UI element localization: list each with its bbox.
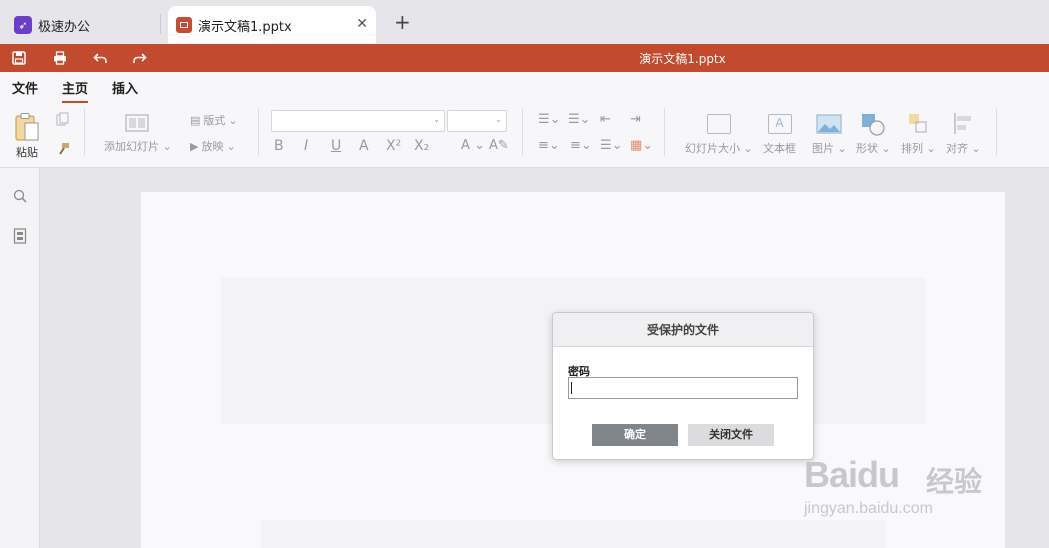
- font-family-select[interactable]: ⌄: [271, 110, 445, 132]
- separator: [996, 108, 997, 156]
- picture-icon: [816, 114, 842, 134]
- add-slide-label: 添加幻灯片: [104, 140, 159, 153]
- title-bar: 演示文稿1.pptx: [0, 44, 1049, 72]
- align-icon: [954, 113, 972, 134]
- menu-bar: 文件 主页 插入: [12, 78, 138, 103]
- font-size-select[interactable]: ⌄: [447, 110, 507, 132]
- superscript-icon[interactable]: X²: [386, 138, 401, 154]
- slide-size-icon: [706, 114, 731, 134]
- play-icon: ▶: [190, 139, 199, 153]
- watermark-url: jingyan.baidu.com: [804, 500, 933, 517]
- separator: [84, 108, 85, 156]
- slide-size-button[interactable]: 幻灯片大小 ⌄: [685, 114, 753, 156]
- textbox-label: 文本框: [763, 142, 796, 155]
- subscript-icon[interactable]: X₂: [414, 138, 429, 154]
- separator: [258, 108, 259, 156]
- numbered-list-icon[interactable]: ☰⌄: [568, 112, 591, 127]
- tab-bar: ➶ 极速办公 演示文稿1.pptx ✕ +: [0, 0, 1049, 44]
- align-label: 对齐: [946, 142, 968, 155]
- search-icon[interactable]: [12, 188, 28, 204]
- underline-icon[interactable]: U: [331, 138, 341, 154]
- paste-icon: [15, 113, 39, 141]
- bullet-list-icon[interactable]: ☰⌄: [538, 112, 561, 127]
- slides-panel-icon[interactable]: [12, 228, 28, 244]
- document-title: 演示文稿1.pptx: [639, 52, 726, 66]
- line-spacing-icon[interactable]: ☰⌄: [600, 138, 623, 153]
- align-left-icon[interactable]: ≡⌄: [538, 138, 560, 153]
- menu-file[interactable]: 文件: [12, 78, 38, 103]
- strikethrough-icon[interactable]: A: [359, 138, 369, 154]
- ribbon: 文件 主页 插入 粘贴 添加幻灯片 ⌄ ▤ 版式 ⌄ ▶ 放映 ⌄ ⌄ ⌄ B …: [0, 72, 1049, 168]
- shape-label: 形状: [856, 142, 878, 155]
- paste-button[interactable]: 粘贴: [14, 112, 40, 160]
- close-tab-icon[interactable]: ✕: [356, 16, 368, 32]
- bold-icon[interactable]: B: [274, 138, 284, 154]
- layout-label: 版式: [203, 114, 226, 127]
- shape-button[interactable]: 形状 ⌄: [856, 112, 891, 156]
- picture-label: 图片: [812, 142, 834, 155]
- menu-insert[interactable]: 插入: [112, 78, 138, 103]
- baidu-watermark: Baidu 经验 jingyan.baidu.com: [804, 440, 994, 530]
- picture-button[interactable]: 图片 ⌄: [812, 114, 847, 156]
- arrange-button[interactable]: 排列 ⌄: [901, 112, 936, 156]
- separator: [664, 108, 665, 156]
- add-slide-icon: [125, 114, 149, 132]
- play-label: 放映: [201, 140, 224, 153]
- tab-home-label: 极速办公: [38, 19, 91, 35]
- arrange-label: 排列: [901, 142, 923, 155]
- copy-icon[interactable]: [56, 112, 70, 126]
- left-sidebar: [0, 168, 40, 548]
- play-button[interactable]: ▶ 放映 ⌄: [190, 138, 236, 154]
- format-painter-icon[interactable]: [56, 142, 70, 156]
- tab-divider: [160, 14, 161, 34]
- tab-document-label: 演示文稿1.pptx: [198, 19, 292, 35]
- watermark-brand-cn: 经验: [926, 465, 983, 498]
- highlight-icon[interactable]: A✎: [489, 138, 509, 153]
- shading-icon[interactable]: ▦⌄: [630, 138, 653, 153]
- textbox-button[interactable]: A 文本框: [763, 114, 796, 156]
- layout-icon: ▤: [190, 113, 201, 127]
- arrange-icon: [909, 114, 927, 133]
- subtitle-placeholder[interactable]: [261, 520, 885, 548]
- paste-label: 粘贴: [16, 146, 38, 159]
- tab-home[interactable]: ➶ 极速办公: [6, 6, 158, 44]
- dialog-title: 受保护的文件: [553, 313, 813, 347]
- text-caret: [571, 382, 572, 394]
- font-color-icon[interactable]: A ⌄: [461, 138, 485, 153]
- add-slide-button[interactable]: 添加幻灯片 ⌄: [104, 112, 172, 154]
- separator: [522, 108, 523, 156]
- increase-indent-icon[interactable]: ⇥: [630, 112, 641, 127]
- textbox-icon: A: [767, 114, 792, 134]
- password-input[interactable]: [568, 377, 798, 399]
- presentation-icon: [176, 17, 192, 33]
- add-tab-icon[interactable]: +: [394, 12, 411, 32]
- align-button[interactable]: 对齐 ⌄: [946, 112, 981, 156]
- shape-icon: [862, 114, 885, 136]
- align-center-icon[interactable]: ≡⌄: [570, 138, 592, 153]
- ok-button[interactable]: 确定: [592, 424, 678, 446]
- italic-icon[interactable]: I: [304, 138, 308, 154]
- slide-size-label: 幻灯片大小: [685, 142, 740, 155]
- decrease-indent-icon[interactable]: ⇤: [600, 112, 611, 127]
- watermark-brand: Baidu: [804, 454, 900, 495]
- menu-home[interactable]: 主页: [62, 78, 89, 103]
- rocket-icon: ➶: [14, 16, 32, 34]
- tab-document[interactable]: 演示文稿1.pptx ✕: [168, 6, 376, 44]
- protected-file-dialog: 受保护的文件 密码 确定 关闭文件: [552, 312, 814, 460]
- layout-button[interactable]: ▤ 版式 ⌄: [190, 112, 238, 128]
- close-file-button[interactable]: 关闭文件: [688, 424, 774, 446]
